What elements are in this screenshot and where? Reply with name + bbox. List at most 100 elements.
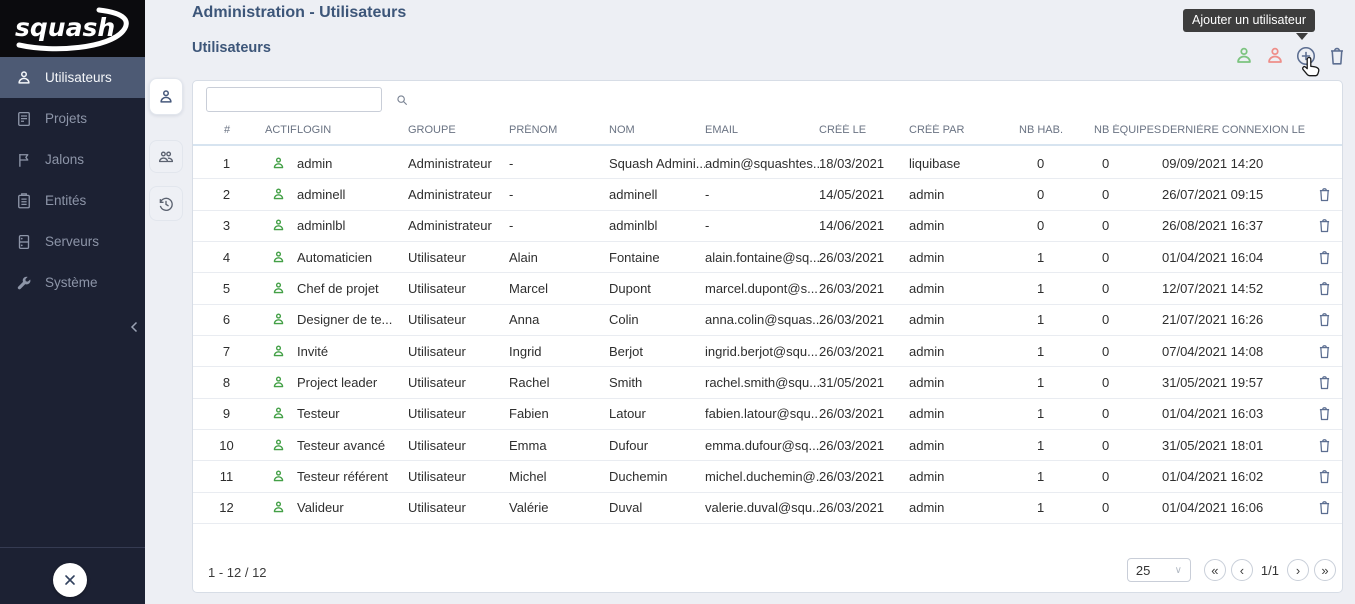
active-status-cell — [265, 156, 297, 171]
table-row[interactable]: 11 Testeur référent Utilisateur Michel D… — [193, 461, 1342, 492]
first-page-button[interactable]: « — [1204, 559, 1226, 581]
firstname-cell: Fabien — [509, 406, 609, 421]
table-row[interactable]: 1 admin Administrateur - Squash Admini..… — [193, 148, 1342, 179]
prev-page-button[interactable]: ‹ — [1231, 559, 1253, 581]
sidebar-item-entites[interactable]: Entités — [0, 180, 145, 221]
page-size-select[interactable]: 25 ∨ — [1127, 558, 1191, 582]
table-row[interactable]: 4 Automaticien Utilisateur Alain Fontain… — [193, 242, 1342, 273]
delete-user-button[interactable] — [1315, 468, 1333, 486]
active-user-icon — [271, 187, 286, 202]
actions-cell — [1305, 311, 1343, 329]
login-cell: Testeur — [297, 406, 408, 421]
nb-equipes-cell: 0 — [1094, 375, 1162, 390]
delete-user-button[interactable] — [1315, 374, 1333, 392]
add-user-button[interactable] — [1294, 44, 1317, 67]
table-row[interactable]: 9 Testeur Utilisateur Fabien Latour fabi… — [193, 399, 1342, 430]
trash-icon — [1316, 468, 1333, 485]
delete-users-button[interactable] — [1325, 44, 1348, 67]
col-header-login[interactable]: LOGIN — [297, 124, 408, 136]
delete-user-button[interactable] — [1315, 311, 1333, 329]
nb-hab-cell: 1 — [1019, 281, 1094, 296]
col-header-nom[interactable]: NOM — [609, 124, 705, 136]
group-cell: Utilisateur — [408, 500, 509, 515]
nb-hab-cell: 1 — [1019, 250, 1094, 265]
delete-user-button[interactable] — [1315, 186, 1333, 204]
sidebar-item-systeme[interactable]: Système — [0, 262, 145, 303]
squash-logo-icon: squash — [7, 4, 139, 54]
activate-user-button[interactable] — [1232, 44, 1255, 67]
sidebar-item-label: Entités — [45, 193, 86, 208]
next-page-button[interactable]: › — [1287, 559, 1309, 581]
email-cell: ingrid.berjot@squ... — [705, 344, 819, 359]
last-page-button[interactable]: » — [1314, 559, 1336, 581]
delete-user-button[interactable] — [1315, 280, 1333, 298]
col-header-index[interactable]: # — [193, 124, 265, 136]
firstname-cell: Alain — [509, 250, 609, 265]
col-header-nb-hab[interactable]: NB HAB. — [1019, 124, 1094, 136]
row-index-cell: 2 — [193, 187, 265, 202]
delete-user-button[interactable] — [1315, 436, 1333, 454]
lastname-cell: Dupont — [609, 281, 705, 296]
table-row[interactable]: 5 Chef de projet Utilisateur Marcel Dupo… — [193, 273, 1342, 304]
last-connection-cell: 31/05/2021 18:01 — [1162, 438, 1305, 453]
table-row[interactable]: 3 adminlbl Administrateur - adminlbl - 1… — [193, 211, 1342, 242]
deactivate-user-button[interactable] — [1263, 44, 1286, 67]
nb-hab-cell: 1 — [1019, 500, 1094, 515]
actions-cell — [1305, 436, 1343, 454]
page-title: Administration - Utilisateurs — [192, 4, 406, 22]
sidebar-item-serveurs[interactable]: Serveurs — [0, 221, 145, 262]
col-header-groupe[interactable]: GROUPE — [408, 124, 509, 136]
trash-icon — [1316, 186, 1333, 203]
col-header-nb-equipes[interactable]: NB ÉQUIPES — [1094, 124, 1162, 136]
firstname-cell: Emma — [509, 438, 609, 453]
nb-equipes-cell: 0 — [1094, 187, 1162, 202]
col-header-cree-le[interactable]: CRÉÉ LE — [819, 124, 909, 136]
last-connection-cell: 01/04/2021 16:03 — [1162, 406, 1305, 421]
row-index-cell: 9 — [193, 406, 265, 421]
search-input[interactable] — [207, 88, 395, 111]
logout-close-button[interactable] — [53, 563, 87, 597]
created-by-cell: admin — [909, 438, 1019, 453]
page-size-value: 25 — [1136, 563, 1150, 578]
lastname-cell: Latour — [609, 406, 705, 421]
delete-user-button[interactable] — [1315, 499, 1333, 517]
nb-equipes-cell: 0 — [1094, 500, 1162, 515]
sidebar-item-jalons[interactable]: Jalons — [0, 139, 145, 180]
delete-user-button[interactable] — [1315, 248, 1333, 266]
delete-user-button[interactable] — [1315, 217, 1333, 235]
nb-hab-cell: 1 — [1019, 344, 1094, 359]
table-row[interactable]: 7 Invité Utilisateur Ingrid Berjot ingri… — [193, 336, 1342, 367]
table-row[interactable]: 6 Designer de te... Utilisateur Anna Col… — [193, 305, 1342, 336]
table-row[interactable]: 10 Testeur avancé Utilisateur Emma Dufou… — [193, 430, 1342, 461]
col-header-prenom[interactable]: PRÉNOM — [509, 124, 609, 136]
table-body: 1 admin Administrateur - Squash Admini..… — [193, 148, 1342, 524]
nb-hab-cell: 1 — [1019, 375, 1094, 390]
tab-history[interactable] — [149, 186, 183, 221]
tab-teams[interactable] — [149, 140, 183, 173]
delete-user-button[interactable] — [1315, 405, 1333, 423]
firstname-cell: Rachel — [509, 375, 609, 390]
email-cell: admin@squashtes... — [705, 156, 819, 171]
delete-user-button[interactable] — [1315, 342, 1333, 360]
col-header-derniere-connexion[interactable]: DERNIÈRE CONNEXION LE — [1162, 124, 1305, 136]
table-row[interactable]: 8 Project leader Utilisateur Rachel Smit… — [193, 367, 1342, 398]
squash-logo[interactable]: squash — [0, 0, 145, 57]
pagination: 25 ∨ « ‹ 1/1 › » — [1127, 558, 1336, 582]
col-header-email[interactable]: EMAIL — [705, 124, 819, 136]
table-row[interactable]: 2 adminell Administrateur - adminell - 1… — [193, 179, 1342, 210]
sidebar-item-projets[interactable]: Projets — [0, 98, 145, 139]
sidebar-collapse-button[interactable] — [126, 318, 144, 336]
table-row[interactable]: 12 Valideur Utilisateur Valérie Duval va… — [193, 493, 1342, 524]
nb-equipes-cell: 0 — [1094, 469, 1162, 484]
server-icon — [15, 233, 33, 251]
page-indicator: 1/1 — [1258, 563, 1282, 578]
email-cell: alain.fontaine@sq... — [705, 250, 819, 265]
tab-users[interactable] — [149, 78, 183, 115]
lastname-cell: Smith — [609, 375, 705, 390]
activate-user-icon — [1233, 45, 1255, 67]
actions-cell — [1305, 186, 1343, 204]
col-header-actif[interactable]: ACTIF — [265, 124, 297, 136]
sidebar-item-utilisateurs[interactable]: Utilisateurs — [0, 57, 145, 98]
col-header-cree-par[interactable]: CRÉÉ PAR — [909, 124, 1019, 136]
nb-hab-cell: 0 — [1019, 187, 1094, 202]
